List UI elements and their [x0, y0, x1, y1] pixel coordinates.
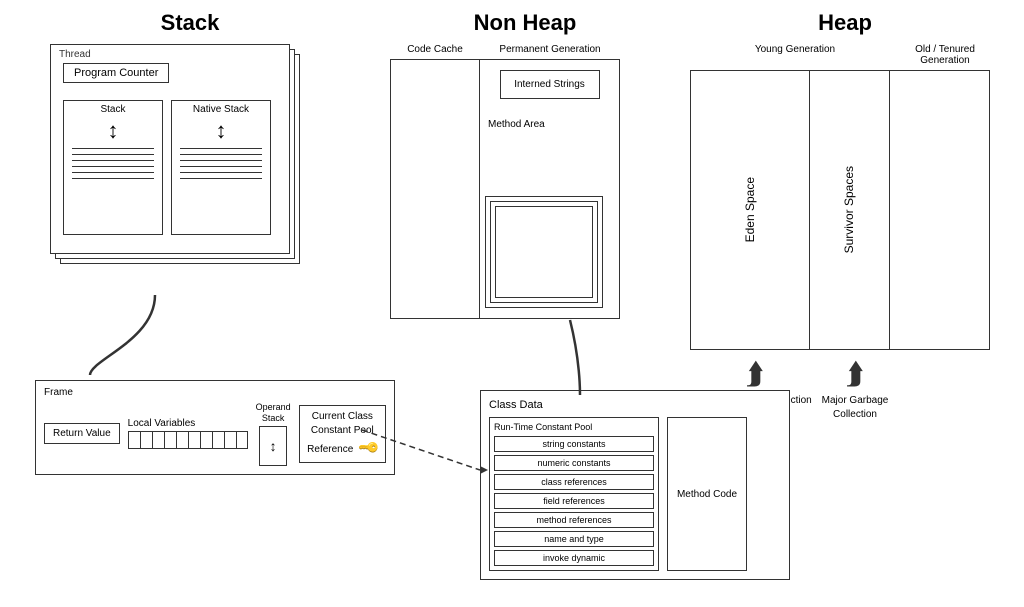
current-class-box: Current Class Constant Pool Reference 🔑 [299, 405, 386, 463]
runtime-cp-title: Run-Time Constant Pool [494, 422, 654, 432]
interned-strings-box: Interned Strings [500, 70, 600, 99]
slot-5 [176, 431, 188, 449]
operand-stack-box: ↕ [259, 426, 287, 466]
operand-stack-group: Operand Stack ↕ [256, 402, 291, 466]
key-icon: 🔑 [356, 435, 382, 461]
thread-to-frame-line [90, 295, 155, 375]
slot-2 [140, 431, 152, 449]
nonheap-to-classdata-line [570, 320, 580, 395]
method-code-box: Method Code [667, 417, 747, 571]
slot-7 [200, 431, 212, 449]
row-name-and-type: name and type [494, 531, 654, 547]
native-stack-label: Native Stack [172, 104, 270, 115]
slot-10 [236, 431, 248, 449]
frame-inner: Return Value Local Variables Operan [44, 402, 386, 466]
frame-section: Frame Return Value Local Variables [35, 380, 395, 475]
method-area-paper-1 [495, 206, 593, 298]
stack-box: Stack ↕ [63, 100, 163, 235]
nonheap-boxes: Interned Strings Method Area [390, 59, 660, 319]
row-method-references: method references [494, 512, 654, 528]
slot-3 [152, 431, 164, 449]
stack-title: Stack [30, 10, 350, 36]
row-numeric-constants: numeric constants [494, 455, 654, 471]
eden-label: Eden Space [743, 177, 757, 242]
row-invoke-dynamic: invoke dynamic [494, 550, 654, 566]
code-cache-label: Code Cache [390, 44, 480, 55]
heap-title: Heap [690, 10, 1000, 36]
nonheap-title: Non Heap [390, 10, 660, 36]
stack-section: Stack Thread Program Counter Stack ↕ [30, 10, 350, 274]
runtime-cp-box: Run-Time Constant Pool string constants … [489, 417, 659, 571]
thread-label: Thread [59, 49, 91, 60]
return-value-box: Return Value [44, 423, 120, 444]
slot-1 [128, 431, 140, 449]
heap-outer: Eden Space Survivor Spaces [690, 70, 990, 350]
nonheap-sublabels: Code Cache Permanent Generation [390, 44, 660, 55]
thread-paper-1: Thread Program Counter Stack ↕ [50, 44, 290, 254]
old-gen-space [890, 71, 989, 349]
survivor-label: Survivor Spaces [842, 166, 856, 253]
slot-9 [224, 431, 236, 449]
local-vars-label: Local Variables [128, 418, 196, 429]
minor-gc-arrow: ⮭ [746, 358, 764, 392]
row-string-constants: string constants [494, 436, 654, 452]
heap-sublabels: Young Generation Old / Tenured Generatio… [690, 44, 1000, 66]
row-field-references: field references [494, 493, 654, 509]
stack-box-label: Stack [64, 104, 162, 115]
native-stack-box: Native Stack ↕ [171, 100, 271, 235]
frame-label: Frame [44, 387, 386, 398]
survivor-space: Survivor Spaces [810, 71, 889, 349]
stack-lines [72, 148, 154, 179]
classdata-section: Class Data Run-Time Constant Pool string… [480, 390, 790, 580]
local-vars-group: Local Variables [128, 418, 248, 449]
heap-section: Heap Young Generation Old / Tenured Gene… [690, 10, 1000, 422]
method-area-label-text: Method Area [488, 119, 619, 130]
method-area-container [485, 188, 610, 308]
runtime-cp-rows: string constants numeric constants class… [494, 436, 654, 566]
thread-wrapper: Thread Program Counter Stack ↕ [50, 44, 310, 274]
row-class-references: class references [494, 474, 654, 490]
perm-gen-box: Interned Strings Method Area [480, 59, 620, 319]
old-gen-label: Old / Tenured Generation [895, 44, 995, 66]
eden-space: Eden Space [691, 71, 810, 349]
perm-gen-label: Permanent Generation [480, 44, 620, 55]
classdata-inner: Run-Time Constant Pool string constants … [489, 417, 781, 571]
stack-native-row: Stack ↕ Native Stack ↕ [63, 100, 278, 235]
classdata-label: Class Data [489, 399, 781, 411]
slot-4 [164, 431, 176, 449]
native-stack-lines [180, 148, 262, 179]
major-gc-label: Major Garbage Collection [815, 394, 895, 422]
major-gc-group: ⮭ Major Garbage Collection [815, 358, 895, 422]
young-gen-label: Young Generation [695, 44, 895, 66]
nonheap-section: Non Heap Code Cache Permanent Generation… [390, 10, 660, 319]
stack-arrow: ↕ [64, 120, 162, 142]
local-vars-slots [128, 431, 248, 449]
interned-strings-label: Interned Strings [514, 79, 585, 90]
slot-6 [188, 431, 200, 449]
slot-8 [212, 431, 224, 449]
major-gc-arrow: ⮭ [846, 358, 864, 392]
code-cache-box [390, 59, 480, 319]
native-stack-arrow: ↕ [172, 120, 270, 142]
program-counter: Program Counter [63, 63, 169, 83]
operand-stack-label: Operand Stack [256, 402, 291, 424]
